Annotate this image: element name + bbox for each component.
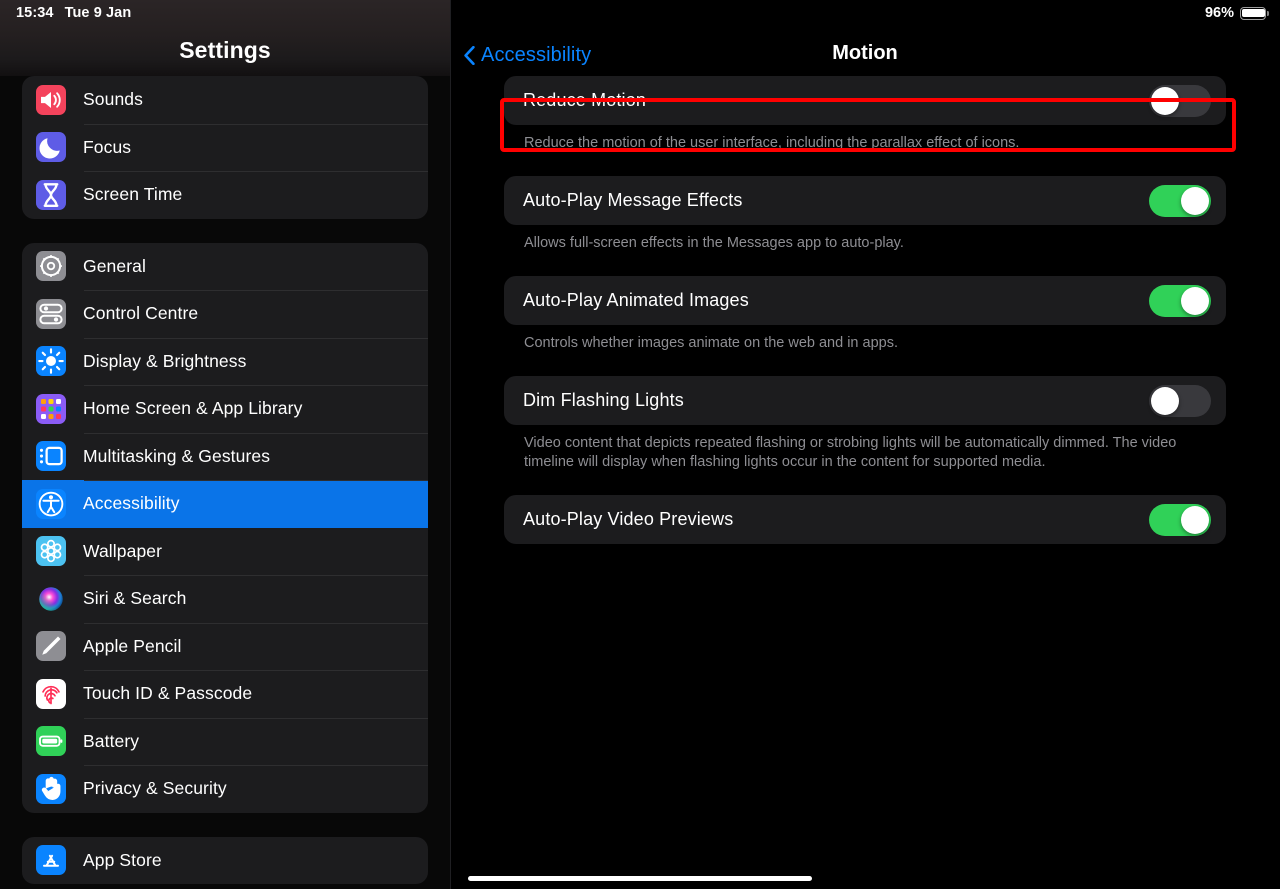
settings-sidebar: Sounds Focus Screen Time General Control …: [0, 0, 450, 889]
setting-row-dim-flashing-lights[interactable]: Dim Flashing Lights: [504, 376, 1226, 425]
sidebar-item-label: Battery: [83, 731, 139, 752]
sidebar-item-touch-id-passcode[interactable]: Touch ID & Passcode: [22, 670, 428, 718]
sidebar-item-label: Focus: [83, 137, 131, 158]
hand-icon: [36, 774, 66, 804]
sidebar-item-display-brightness[interactable]: Display & Brightness: [22, 338, 428, 386]
toggle-knob: [1181, 187, 1209, 215]
multitasking-icon: [36, 441, 66, 471]
brightness-icon: [36, 346, 66, 376]
accessibility-icon: [36, 489, 66, 519]
sidebar-item-label: Touch ID & Passcode: [83, 683, 252, 704]
page-title: Settings: [179, 37, 271, 64]
sidebar-item-wallpaper[interactable]: Wallpaper: [22, 528, 428, 576]
sidebar-item-label: Multitasking & Gestures: [83, 446, 270, 467]
siri-icon: [36, 584, 66, 614]
sidebar-item-focus[interactable]: Focus: [22, 124, 428, 172]
fingerprint-icon: [36, 679, 66, 709]
sidebar-group-1: General Control Centre Display & Brightn…: [22, 243, 428, 813]
sidebar-item-apple-pencil[interactable]: Apple Pencil: [22, 623, 428, 671]
setting-label: Reduce Motion: [523, 90, 1149, 111]
setting-description: Video content that depicts repeated flas…: [524, 434, 1214, 472]
hourglass-icon: [36, 180, 66, 210]
row-spacer: [450, 544, 1280, 567]
sidebar-item-label: Privacy & Security: [83, 778, 227, 799]
sidebar-item-general[interactable]: General: [22, 243, 428, 291]
detail-title: Motion: [450, 42, 1280, 65]
setting-description: Reduce the motion of the user interface,…: [524, 134, 1214, 153]
sidebar-item-screen-time[interactable]: Screen Time: [22, 171, 428, 219]
home-indicator[interactable]: [468, 876, 812, 881]
sidebar-item-battery[interactable]: Battery: [22, 718, 428, 766]
sidebar-item-label: General: [83, 256, 146, 277]
battery-icon: [36, 726, 66, 756]
sidebar-item-app-store[interactable]: App Store: [22, 837, 428, 885]
motion-detail-pane: Accessibility Motion Reduce MotionReduce…: [450, 0, 1280, 889]
row-spacer: [450, 153, 1280, 176]
sidebar-item-label: Control Centre: [83, 303, 198, 324]
sliders-icon: [36, 299, 66, 329]
sidebar-item-label: Wallpaper: [83, 541, 162, 562]
toggle-auto-play-video-previews[interactable]: [1149, 504, 1211, 536]
toggle-knob: [1151, 87, 1179, 115]
sidebar-item-label: Accessibility: [83, 493, 180, 514]
setting-row-auto-play-video-previews[interactable]: Auto-Play Video Previews: [504, 495, 1226, 544]
sidebar-group-2: App Store: [22, 837, 428, 885]
sidebar-item-label: Sounds: [83, 89, 143, 110]
sidebar-item-home-screen-app-library[interactable]: Home Screen & App Library: [22, 385, 428, 433]
setting-label: Auto-Play Message Effects: [523, 190, 1149, 211]
sidebar-item-privacy-security[interactable]: Privacy & Security: [22, 765, 428, 813]
toggle-knob: [1151, 387, 1179, 415]
pane-divider: [450, 0, 451, 889]
sidebar-item-label: Display & Brightness: [83, 351, 246, 372]
setting-label: Auto-Play Video Previews: [523, 509, 1149, 530]
toggle-auto-play-message-effects[interactable]: [1149, 185, 1211, 217]
row-spacer: [450, 353, 1280, 376]
sidebar-scroll-area[interactable]: Sounds Focus Screen Time General Control …: [0, 0, 450, 889]
gear-icon: [36, 251, 66, 281]
sidebar-group-0: Sounds Focus Screen Time: [22, 76, 428, 219]
sidebar-item-siri-search[interactable]: Siri & Search: [22, 575, 428, 623]
sidebar-header: Settings: [0, 0, 450, 76]
detail-navbar: Accessibility Motion: [450, 0, 1280, 76]
row-spacer: [450, 253, 1280, 276]
speaker-icon: [36, 85, 66, 115]
pencil-icon: [36, 631, 66, 661]
sidebar-item-multitasking-gestures[interactable]: Multitasking & Gestures: [22, 433, 428, 481]
toggle-knob: [1181, 287, 1209, 315]
toggle-reduce-motion[interactable]: [1149, 85, 1211, 117]
setting-row-auto-play-animated-images[interactable]: Auto-Play Animated Images: [504, 276, 1226, 325]
toggle-dim-flashing-lights[interactable]: [1149, 385, 1211, 417]
app-store-icon: [36, 845, 66, 875]
sidebar-item-label: Home Screen & App Library: [83, 398, 302, 419]
app-grid-icon: [36, 394, 66, 424]
sidebar-item-label: Siri & Search: [83, 588, 186, 609]
sidebar-item-control-centre[interactable]: Control Centre: [22, 290, 428, 338]
toggle-auto-play-animated-images[interactable]: [1149, 285, 1211, 317]
sidebar-item-label: App Store: [83, 850, 162, 871]
setting-row-auto-play-message-effects[interactable]: Auto-Play Message Effects: [504, 176, 1226, 225]
setting-description: Allows full-screen effects in the Messag…: [524, 234, 1214, 253]
ipad-settings-screen: Sounds Focus Screen Time General Control …: [0, 0, 1280, 889]
sidebar-item-label: Apple Pencil: [83, 636, 181, 657]
row-spacer: [450, 472, 1280, 495]
setting-label: Dim Flashing Lights: [523, 390, 1149, 411]
setting-description: Controls whether images animate on the w…: [524, 334, 1214, 353]
flower-icon: [36, 536, 66, 566]
detail-scroll-area[interactable]: Reduce Motion Reduce the motion of the us…: [450, 76, 1280, 567]
sidebar-item-sounds[interactable]: Sounds: [22, 76, 428, 124]
toggle-knob: [1181, 506, 1209, 534]
sidebar-item-label: Screen Time: [83, 184, 182, 205]
sidebar-item-accessibility[interactable]: Accessibility: [22, 480, 428, 528]
setting-row-reduce-motion[interactable]: Reduce Motion: [504, 76, 1226, 125]
moon-icon: [36, 132, 66, 162]
setting-label: Auto-Play Animated Images: [523, 290, 1149, 311]
